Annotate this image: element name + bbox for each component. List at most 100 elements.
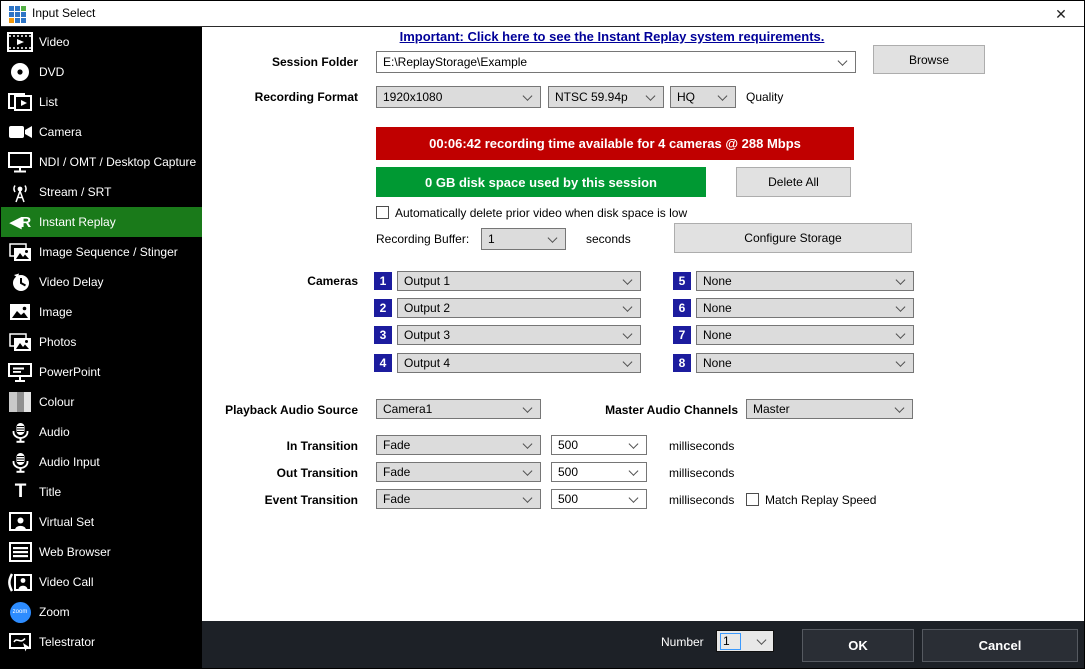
number-combobox[interactable]: 1 bbox=[716, 630, 774, 652]
sidebar-item-list[interactable]: List bbox=[1, 87, 202, 117]
recording-buffer-combobox[interactable]: 1 bbox=[481, 228, 566, 250]
microphone-icon bbox=[1, 422, 39, 443]
number-label: Number bbox=[661, 635, 704, 649]
out-transition-effect-combobox[interactable]: Fade bbox=[376, 462, 541, 482]
sidebar-item-label: Image Sequence / Stinger bbox=[39, 245, 178, 259]
event-transition-unit: milliseconds bbox=[669, 493, 734, 507]
sidebar-item-image[interactable]: Image bbox=[1, 297, 202, 327]
clock-delay-icon bbox=[1, 272, 39, 293]
master-audio-channels-label: Master Audio Channels bbox=[561, 403, 738, 417]
recording-format-label: Recording Format bbox=[212, 90, 358, 104]
sidebar-item-colour[interactable]: Colour bbox=[1, 387, 202, 417]
event-transition-effect-combobox[interactable]: Fade bbox=[376, 489, 541, 509]
match-replay-speed-label: Match Replay Speed bbox=[765, 493, 876, 507]
resolution-combobox[interactable]: 1920x1080 bbox=[376, 86, 541, 108]
camera-6-combobox[interactable]: None bbox=[696, 298, 914, 318]
session-folder-combobox[interactable]: E:\ReplayStorage\Example bbox=[376, 51, 856, 73]
match-replay-speed-checkbox[interactable] bbox=[746, 493, 759, 506]
event-transition-duration-combobox[interactable]: 500 bbox=[551, 489, 647, 509]
recording-buffer-label: Recording Buffer: bbox=[376, 232, 469, 246]
sidebar-item-label: Web Browser bbox=[39, 545, 111, 559]
sidebar-item-label: Video Call bbox=[39, 575, 93, 589]
close-button[interactable]: ✕ bbox=[1048, 4, 1074, 24]
camera-8-combobox[interactable]: None bbox=[696, 353, 914, 373]
sidebar-item-label: PowerPoint bbox=[39, 365, 100, 379]
sidebar-item-video-call[interactable]: Video Call bbox=[1, 567, 202, 597]
sidebar-item-image-sequence-stinger[interactable]: Image Sequence / Stinger bbox=[1, 237, 202, 267]
image-stack-icon bbox=[1, 242, 39, 263]
title-bar: Input Select ✕ bbox=[1, 1, 1084, 27]
delete-all-button[interactable]: Delete All bbox=[736, 167, 851, 197]
camera-4-combobox[interactable]: Output 4 bbox=[397, 353, 641, 373]
auto-delete-checkbox[interactable] bbox=[376, 206, 389, 219]
sidebar-item-label: Audio bbox=[39, 425, 70, 439]
telestrator-icon bbox=[1, 632, 39, 653]
letter-t-icon: T bbox=[1, 481, 39, 503]
sidebar-item-photos[interactable]: Photos bbox=[1, 327, 202, 357]
configure-storage-button[interactable]: Configure Storage bbox=[674, 223, 912, 253]
close-icon: ✕ bbox=[1055, 6, 1067, 23]
presentation-icon bbox=[1, 362, 39, 383]
sidebar-item-label: Image bbox=[39, 305, 72, 319]
sidebar-item-label: Video bbox=[39, 35, 69, 49]
camera-number-badge: 2 bbox=[374, 299, 392, 317]
in-transition-label: In Transition bbox=[212, 439, 358, 453]
cancel-button[interactable]: Cancel bbox=[922, 629, 1078, 662]
in-transition-duration-combobox[interactable]: 500 bbox=[551, 435, 647, 455]
camera-number-badge: 4 bbox=[374, 354, 392, 372]
sidebar-item-telestrator[interactable]: Telestrator bbox=[1, 627, 202, 657]
sidebar-item-zoom[interactable]: zoom Zoom bbox=[1, 597, 202, 627]
instant-replay-settings-panel: Important: Click here to see the Instant… bbox=[202, 27, 1085, 621]
video-camera-icon bbox=[1, 122, 39, 142]
sidebar-item-ndi-omt-desktop-capture[interactable]: NDI / OMT / Desktop Capture bbox=[1, 147, 202, 177]
sidebar-item-instant-replay[interactable]: ◀R Instant Replay bbox=[1, 207, 202, 237]
sidebar-item-audio-input[interactable]: Audio Input bbox=[1, 447, 202, 477]
antenna-icon bbox=[1, 182, 39, 203]
sidebar-item-audio[interactable]: Audio bbox=[1, 417, 202, 447]
sidebar-item-label: Telestrator bbox=[39, 635, 95, 649]
sidebar-item-label: NDI / OMT / Desktop Capture bbox=[39, 155, 196, 169]
sidebar-item-dvd[interactable]: DVD bbox=[1, 57, 202, 87]
camera-7-combobox[interactable]: None bbox=[696, 325, 914, 345]
auto-delete-label: Automatically delete prior video when di… bbox=[395, 206, 687, 220]
cameras-label: Cameras bbox=[212, 274, 358, 288]
sidebar-item-web-browser[interactable]: Web Browser bbox=[1, 537, 202, 567]
camera-number-badge: 1 bbox=[374, 272, 392, 290]
frame-rate-combobox[interactable]: NTSC 59.94p bbox=[548, 86, 664, 108]
out-transition-duration-combobox[interactable]: 500 bbox=[551, 462, 647, 482]
quality-combobox[interactable]: HQ bbox=[670, 86, 736, 108]
vmix-grid-icon bbox=[9, 6, 26, 23]
in-transition-effect-combobox[interactable]: Fade bbox=[376, 435, 541, 455]
zoom-logo-icon: zoom bbox=[1, 602, 39, 623]
sidebar-item-label: Photos bbox=[39, 335, 76, 349]
camera-2-combobox[interactable]: Output 2 bbox=[397, 298, 641, 318]
camera-number-badge: 6 bbox=[673, 299, 691, 317]
disc-icon bbox=[1, 62, 39, 82]
photos-stack-icon bbox=[1, 332, 39, 353]
recording-buffer-unit: seconds bbox=[586, 232, 631, 246]
list-play-icon bbox=[1, 92, 39, 112]
sidebar-item-stream-srt[interactable]: Stream / SRT bbox=[1, 177, 202, 207]
sidebar-item-label: DVD bbox=[39, 65, 64, 79]
sidebar-item-label: Virtual Set bbox=[39, 515, 94, 529]
master-audio-channels-combobox[interactable]: Master bbox=[746, 399, 913, 419]
system-requirements-link[interactable]: Important: Click here to see the Instant… bbox=[362, 29, 862, 44]
out-transition-label: Out Transition bbox=[212, 466, 358, 480]
sidebar-item-video[interactable]: Video bbox=[1, 27, 202, 57]
ok-button[interactable]: OK bbox=[802, 629, 914, 662]
playback-audio-source-combobox[interactable]: Camera1 bbox=[376, 399, 541, 419]
camera-5-combobox[interactable]: None bbox=[696, 271, 914, 291]
browse-button[interactable]: Browse bbox=[873, 45, 985, 74]
sidebar-item-title[interactable]: T Title bbox=[1, 477, 202, 507]
sidebar-item-camera[interactable]: Camera bbox=[1, 117, 202, 147]
camera-number-badge: 8 bbox=[673, 354, 691, 372]
sidebar-item-video-delay[interactable]: Video Delay bbox=[1, 267, 202, 297]
camera-1-combobox[interactable]: Output 1 bbox=[397, 271, 641, 291]
quality-label: Quality bbox=[746, 90, 783, 104]
virtual-set-icon bbox=[1, 512, 39, 532]
sidebar-item-powerpoint[interactable]: PowerPoint bbox=[1, 357, 202, 387]
replay-arrow-r-icon: ◀R bbox=[1, 213, 39, 231]
sidebar-item-label: Video Delay bbox=[39, 275, 104, 289]
sidebar-item-virtual-set[interactable]: Virtual Set bbox=[1, 507, 202, 537]
camera-3-combobox[interactable]: Output 3 bbox=[397, 325, 641, 345]
